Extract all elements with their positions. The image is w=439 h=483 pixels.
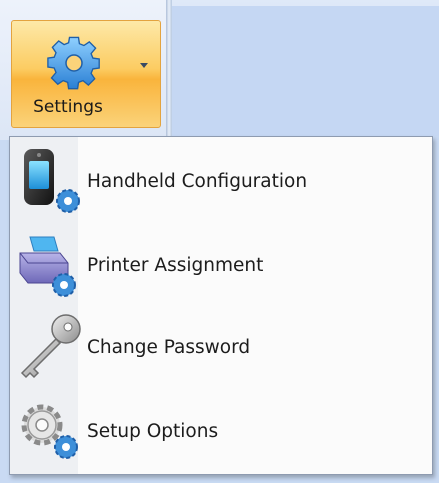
- gears-icon: [21, 404, 78, 459]
- menu-item-label: Handheld Configuration: [87, 171, 308, 192]
- ribbon-empty-area: [172, 6, 439, 136]
- menu-item-label: Printer Assignment: [87, 255, 264, 276]
- menu-item-label: Setup Options: [87, 421, 219, 442]
- key-icon: [20, 314, 81, 379]
- handheld-gear-icon: [24, 149, 80, 213]
- settings-dropdown-menu: Handheld Configuration Printer Assignmen…: [9, 136, 433, 475]
- menu-item-setup-options[interactable]: Setup Options: [10, 389, 432, 471]
- printer-gear-icon: [19, 236, 76, 297]
- menu-item-handheld-configuration[interactable]: Handheld Configuration: [10, 139, 432, 221]
- gear-icon: [47, 36, 100, 90]
- ribbon: Settings: [0, 0, 439, 140]
- menu-item-printer-assignment[interactable]: Printer Assignment: [10, 223, 432, 305]
- settings-button-label: Settings: [33, 97, 103, 117]
- settings-button[interactable]: Settings: [11, 20, 161, 128]
- menu-item-label: Change Password: [87, 337, 251, 358]
- menu-item-change-password[interactable]: Change Password: [10, 305, 432, 387]
- dropdown-arrow-icon[interactable]: [140, 63, 148, 68]
